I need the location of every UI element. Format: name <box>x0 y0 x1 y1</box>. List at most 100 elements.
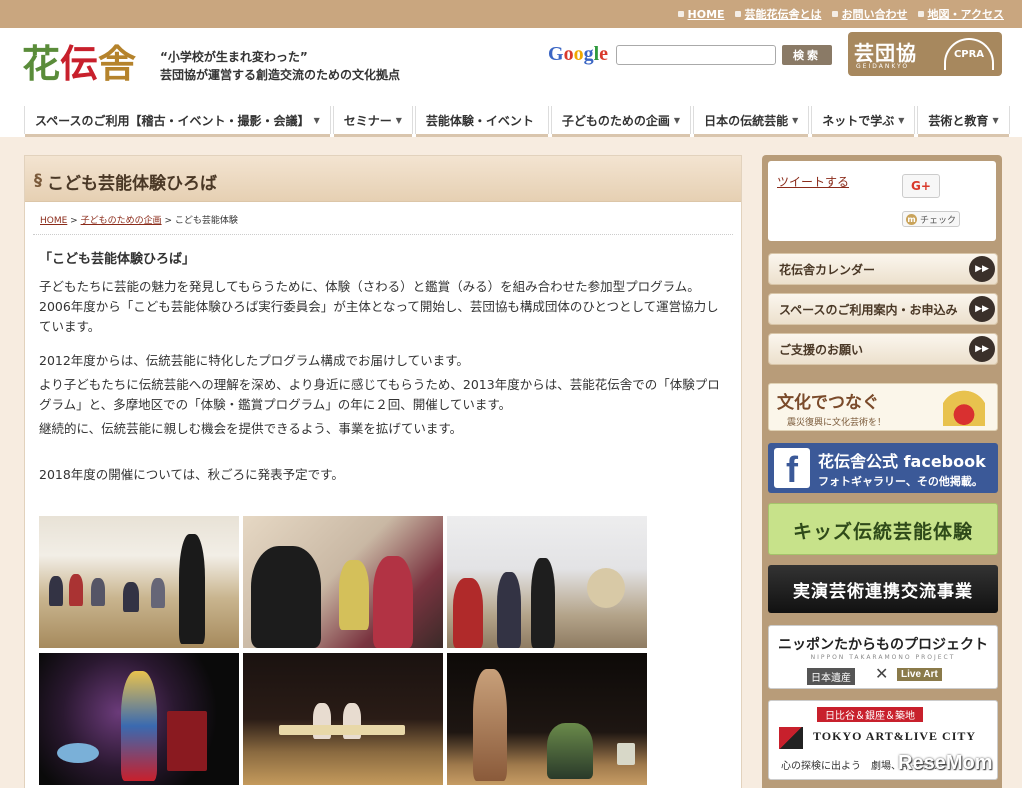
sidebar: ツイートする G+ m チェック 花伝舎カレンダー ▶▶ スペースのご利用案内・お… <box>762 155 1002 788</box>
banner-tag: 日本遺産 <box>807 668 855 685</box>
caret-down-icon: ▼ <box>395 115 402 125</box>
photo-figure <box>49 576 63 606</box>
nav-label: 日本の伝統芸能 <box>704 113 789 128</box>
top-link-label: HOME <box>687 7 725 21</box>
sidebar-button-space-guide[interactable]: スペースのご利用案内・お申込み ▶▶ <box>768 293 998 325</box>
bullet-icon <box>734 11 741 17</box>
breadcrumb-sep: > <box>67 216 81 226</box>
top-link-access[interactable]: 地図・アクセス <box>917 6 1004 22</box>
facebook-icon: f <box>774 448 810 490</box>
logo-char: 花 <box>22 41 61 86</box>
breadcrumb-parent[interactable]: 子どものための企画 <box>81 216 162 226</box>
photo-figure <box>121 671 157 781</box>
banner-tag: Live Art <box>897 668 942 681</box>
photo-figure <box>339 560 369 630</box>
banner-title: 花伝舎公式 facebook <box>818 452 986 471</box>
paragraph: より子どもたちに伝統芸能への理解を深め、より身近に感じてもらうため、2013年度… <box>39 377 720 412</box>
social-share-box: ツイートする G+ m チェック <box>768 161 996 241</box>
mixi-check-button[interactable]: m チェック <box>902 211 960 227</box>
photo-figure <box>251 546 321 648</box>
photo-figure <box>547 723 593 779</box>
photo-puppet-stage[interactable] <box>243 653 443 785</box>
top-utility-bar: HOME 芸能花伝舎とは お問い合わせ 地図・アクセス <box>0 0 1022 28</box>
nav-item-tradition[interactable]: 日本の伝統芸能 ▼ <box>693 106 810 137</box>
photo-kimono-instructor[interactable] <box>243 516 443 648</box>
banner-subtitle: フォトギャラリー、その他掲載。 <box>818 475 983 488</box>
banner-title: ニッポンたからものプロジェクト <box>778 637 988 653</box>
breadcrumb-current: こども芸能体験 <box>174 216 238 226</box>
bullet-icon <box>831 11 838 17</box>
banner-title: 文化でつなぐ <box>777 393 879 413</box>
banner-tag: 日比谷＆銀座＆築地 <box>817 707 923 722</box>
page-title-bar: § こども芸能体験ひろば <box>25 156 741 202</box>
sidebar-button-support[interactable]: ご支援のお願い ▶▶ <box>768 333 998 365</box>
nav-item-space[interactable]: スペースのご利用【稽古・イベント・撮影・会議】 ▼ <box>24 106 331 137</box>
bullet-icon <box>677 11 684 17</box>
caret-down-icon: ▼ <box>313 115 320 125</box>
sidebar-button-label: 花伝舎カレンダー <box>779 263 876 277</box>
cpra-mark: CPRA <box>944 38 994 70</box>
photo-umbrella <box>57 743 99 763</box>
photo-stage-rail <box>279 725 405 735</box>
double-arrow-icon: ▶▶ <box>969 256 995 282</box>
tagline-line2: 芸団協が運営する創造交流のための文化拠点 <box>160 68 401 82</box>
top-link-home[interactable]: HOME <box>677 6 725 22</box>
photo-figure <box>91 578 105 606</box>
photo-kyogen-stage[interactable] <box>447 653 647 785</box>
nav-item-experience[interactable]: 芸能体験・イベント <box>414 106 549 137</box>
double-arrow-icon: ▶▶ <box>969 296 995 322</box>
photo-figure <box>497 572 521 648</box>
banner-nippon-takaramono[interactable]: ニッポンたからものプロジェクト NIPPON TAKARAMONO PROJEC… <box>768 625 998 689</box>
banner-jitsuen[interactable]: 実演芸術連携交流事業 <box>768 565 998 613</box>
caret-down-icon: ▼ <box>792 115 799 125</box>
paragraph: 2018年度の開催については、秋ごろに発表予定です。 <box>39 467 344 482</box>
banner-subtitle: NIPPON TAKARAMONO PROJECT <box>810 654 956 661</box>
top-link-label: お問い合わせ <box>841 8 908 21</box>
tokyo-logo-icon <box>779 727 803 749</box>
search-input[interactable] <box>616 45 776 65</box>
breadcrumb: HOME > 子どものための企画 > こども芸能体験 <box>40 213 238 226</box>
breadcrumb-sep: > <box>161 216 175 226</box>
banner-bunka-de-tsunagu[interactable]: 文化でつなぐ 震災復興に文化芸術を！ <box>768 383 998 431</box>
nav-label: ネットで学ぶ <box>822 113 895 128</box>
sidebar-button-label: ご支援のお願い <box>779 343 864 357</box>
site-header: 花 伝 舎 “小学校が生まれ変わった” 芸団協が運営する創造交流のための文化拠点… <box>0 28 1022 102</box>
main-content: § こども芸能体験ひろば HOME > 子どものための企画 > こども芸能体験 … <box>24 155 742 788</box>
photo-figure <box>473 669 507 781</box>
photo-stage-dance[interactable] <box>39 653 239 785</box>
google-letter: e <box>599 43 609 65</box>
search-button[interactable]: 検索 <box>782 45 832 65</box>
nav-item-education[interactable]: 芸術と教育 ▼ <box>917 106 1010 137</box>
caret-down-icon: ▼ <box>898 115 905 125</box>
photo-workshop-room[interactable] <box>39 516 239 648</box>
banner-kids-traditional[interactable]: キッズ伝統芸能体験 <box>768 503 998 555</box>
google-letter: g <box>583 43 594 65</box>
geidankyo-logo[interactable]: 芸団協 GEIDANKYO CPRA <box>848 32 1002 76</box>
breadcrumb-home[interactable]: HOME <box>40 216 67 226</box>
top-link-contact[interactable]: お問い合わせ <box>831 6 908 22</box>
photo-prop <box>617 743 635 765</box>
google-logo: Google <box>548 43 608 66</box>
paragraph: 子どもたちに芸能の魅力を発見してもらうために、体験（さわる）と鑑賞（みる）を組み… <box>39 279 719 334</box>
logo-char: 舎 <box>98 41 137 86</box>
org-name: 芸団協 <box>854 41 917 65</box>
nav-label: 芸術と教育 <box>928 113 989 128</box>
page-title: こども芸能体験ひろば <box>47 174 217 194</box>
photo-figure <box>531 558 555 648</box>
nav-item-seminar[interactable]: セミナー ▼ <box>332 106 413 137</box>
nav-label: 芸能体験・イベント <box>425 113 534 128</box>
google-plus-button[interactable]: G+ <box>902 174 940 198</box>
photo-figure <box>373 556 413 648</box>
photo-drum-experience[interactable] <box>447 516 647 648</box>
nav-item-kids[interactable]: 子どものための企画 ▼ <box>550 106 692 137</box>
sidebar-button-calendar[interactable]: 花伝舎カレンダー ▶▶ <box>768 253 998 285</box>
nav-label: スペースのご利用【稽古・イベント・撮影・会議】 <box>35 113 310 128</box>
tweet-link[interactable]: ツイートする <box>777 173 849 190</box>
banner-facebook[interactable]: f 花伝舎公式 facebook フォトギャラリー、その他掲載。 <box>768 443 998 493</box>
nav-item-online[interactable]: ネットで学ぶ ▼ <box>811 106 916 137</box>
resemom-watermark: ReseMom <box>898 752 993 774</box>
main-nav: スペースのご利用【稽古・イベント・撮影・会議】 ▼ セミナー ▼ 芸能体験・イベント… <box>24 106 1012 137</box>
site-logo[interactable]: 花 伝 舎 <box>22 42 136 86</box>
photo-figure <box>151 578 165 608</box>
top-link-about[interactable]: 芸能花伝舎とは <box>734 6 822 22</box>
